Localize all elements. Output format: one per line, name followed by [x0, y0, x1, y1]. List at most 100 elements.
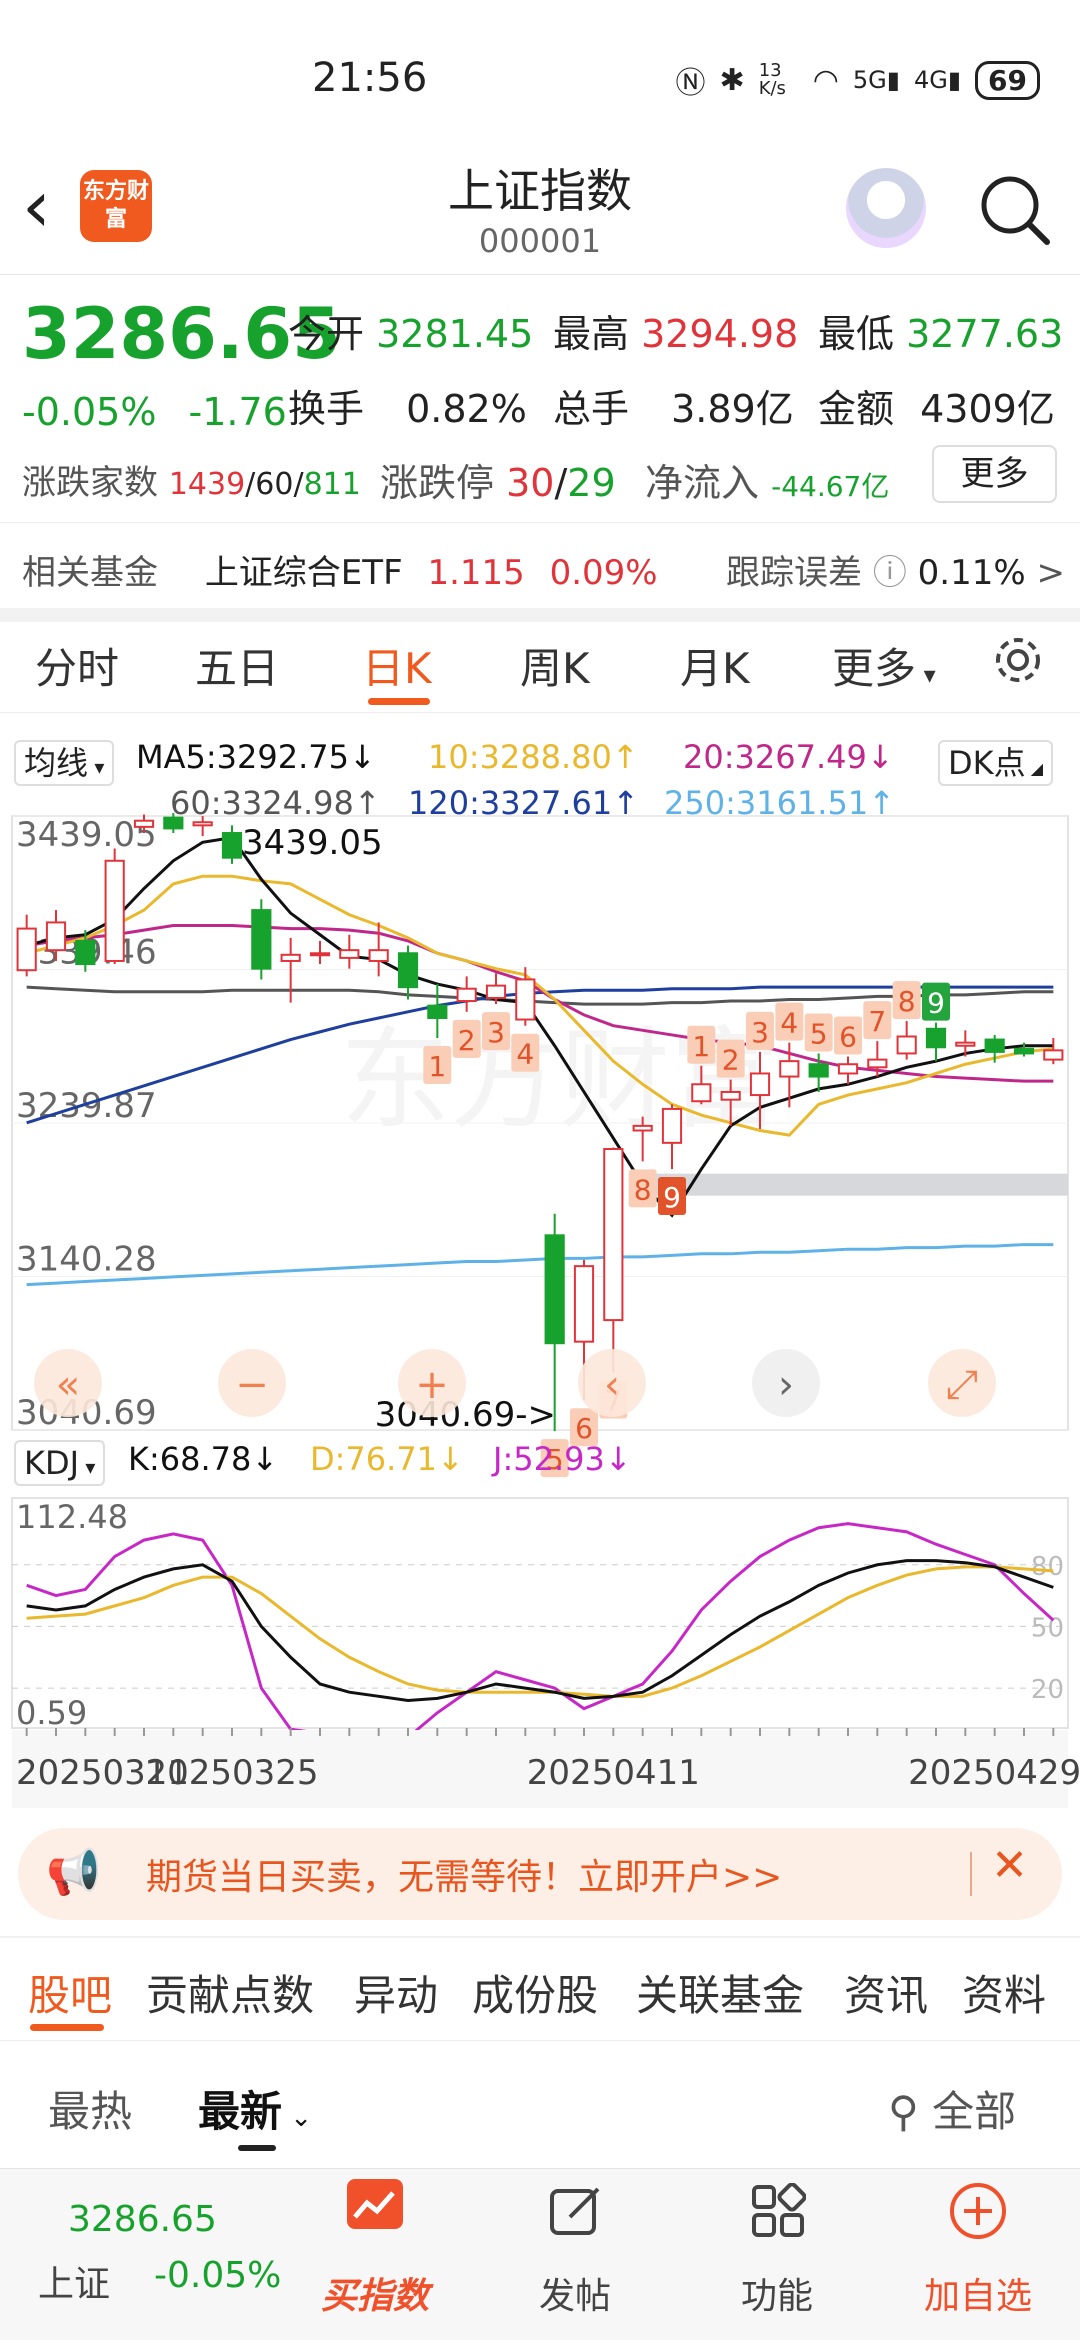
zoom-in-icon-glyph: + — [415, 1362, 449, 1408]
fund-name: 上证综合ETF — [204, 553, 403, 593]
candle-body — [133, 819, 155, 828]
tab-five-day[interactable]: 五日 — [195, 635, 279, 696]
td-count-label: 8 — [634, 1173, 652, 1206]
tab-news[interactable]: 资讯 — [844, 1962, 928, 2023]
td-count-label: 7 — [868, 1005, 886, 1038]
scroll-left-icon-glyph: « — [56, 1362, 80, 1408]
turnover-value: 0.82% — [406, 387, 527, 431]
promo-text: 期货当日买卖，无需等待！立即开户>> — [146, 1857, 783, 1898]
tab-daily-k[interactable]: 日K — [362, 635, 432, 696]
open-label: 今开 — [288, 312, 365, 356]
futures-promo-banner[interactable]: 📢 期货当日买卖，无需等待！立即开户>> ✕ — [18, 1828, 1062, 1920]
limit-down: 29 — [567, 461, 616, 505]
change-amount: -1.76 — [188, 390, 287, 434]
tab-monthly-k[interactable]: 月K — [680, 635, 750, 696]
candle-body — [221, 832, 243, 859]
candle-body — [251, 909, 272, 970]
candle-body — [456, 987, 477, 1003]
candlestick-chart[interactable]: 3439.053339.463239.873140.283040.69东方财富1… — [0, 718, 1080, 1808]
assistant-robot-icon[interactable] — [846, 168, 926, 248]
advancers: 1439 — [168, 467, 246, 502]
low-value: 3277.63 — [906, 312, 1064, 356]
grid-icon — [752, 2183, 806, 2237]
ma250-line — [26, 1243, 1054, 1287]
td-count-label: 5 — [810, 1017, 828, 1050]
low-label: 最低 — [818, 312, 895, 356]
candle-body — [603, 1148, 624, 1322]
td-count-label: 1 — [692, 1030, 710, 1063]
related-fund-row[interactable]: 相关基金 上证综合ETF 1.115 0.09% — [22, 545, 658, 594]
candle-body — [45, 921, 67, 952]
tab-related-funds[interactable]: 关联基金 — [636, 1962, 804, 2023]
tab-more[interactable]: 更多 ▾ — [832, 635, 936, 696]
candle-body — [632, 1124, 653, 1132]
candle-body — [397, 952, 419, 989]
td-count-label: 1 — [428, 1050, 446, 1083]
feed-new[interactable]: 最新 ⌄ — [198, 2078, 312, 2139]
nav-add-watchlist[interactable]: 加自选 — [902, 2169, 1054, 2341]
candle-body — [837, 1063, 859, 1075]
app-header: ‹ 东方财富 上证指数 000001 — [0, 150, 1080, 275]
high-value: 3294.98 — [641, 312, 799, 356]
scroll-prev-icon-glyph: ‹ — [604, 1362, 620, 1408]
fund-label: 相关基金 — [22, 553, 158, 593]
candle-body — [955, 1041, 976, 1047]
candle-body — [1013, 1047, 1035, 1055]
tab-profile[interactable]: 资料 — [962, 1962, 1046, 2023]
fund-pct: 0.09% — [549, 553, 658, 593]
kline-chart-area[interactable]: 均线 ▾ MA5:3292.75↓ 10:3288.80↑ 20:3267.49… — [0, 718, 1080, 1808]
add-icon — [950, 2183, 1006, 2239]
candle-body — [720, 1090, 741, 1101]
search-icon[interactable] — [975, 170, 1055, 250]
date-tick-label: 20250411 — [527, 1753, 700, 1793]
candle-body — [192, 821, 213, 827]
megaphone-icon: 📢 — [46, 1847, 101, 1898]
low-annotation: 3040.69-> — [375, 1395, 556, 1435]
tab-constituents[interactable]: 成份股 — [472, 1962, 598, 2023]
date-tick-label: 20250325 — [145, 1753, 318, 1793]
td-count-label: 9 — [927, 987, 945, 1020]
nav-post[interactable]: 发帖 — [500, 2169, 650, 2341]
tab-intraday[interactable]: 分时 — [35, 635, 119, 696]
unchanged: 60 — [255, 467, 294, 502]
open-value: 3281.45 — [376, 312, 534, 356]
nav-buy-index[interactable]: 买指数 — [300, 2169, 450, 2341]
tab-movement[interactable]: 异动 — [354, 1962, 438, 2023]
kdj-level-label: 20 — [1031, 1675, 1064, 1705]
kdj-selector[interactable]: KDJ ▾ — [14, 1440, 106, 1486]
nav-index-quote[interactable]: 3286.65 上证 -0.05% — [0, 2169, 290, 2341]
zoom-out-icon-glyph: − — [235, 1362, 269, 1408]
candle-body — [309, 952, 331, 957]
limit-up: 30 — [506, 461, 555, 505]
td-count-label: 2 — [722, 1044, 740, 1077]
fund-price: 1.115 — [427, 553, 525, 593]
tab-weekly-k[interactable]: 周K — [520, 635, 590, 696]
net-inflow-value: -44.67亿 — [771, 470, 890, 503]
volume-value: 3.89亿 — [671, 387, 794, 431]
settings-gear-icon[interactable] — [990, 632, 1046, 688]
battery-icon: 69 — [975, 60, 1040, 100]
td-count-label: 3 — [487, 1016, 505, 1049]
bottom-nav: 3286.65 上证 -0.05% 买指数 发帖 功能 加自选 — [0, 2168, 1080, 2340]
candle-body — [808, 1063, 829, 1078]
help-icon[interactable]: ⓘ — [873, 553, 907, 593]
tab-contribution[interactable]: 贡献点数 — [146, 1962, 314, 2023]
bottom-tab-indicator — [30, 2024, 104, 2031]
candle-body — [544, 1234, 565, 1345]
more-button[interactable]: 更多 — [932, 445, 1057, 503]
tab-guba[interactable]: 股吧 — [28, 1962, 112, 2023]
close-icon[interactable]: ✕ — [991, 1840, 1028, 1891]
feed-filter[interactable]: ⚲ 全部 — [888, 2078, 1016, 2139]
tracking-error-value: 0.11% — [917, 553, 1026, 593]
edit-icon — [550, 2187, 600, 2235]
feed-hot[interactable]: 最热 — [48, 2078, 132, 2139]
network-speed: 13 K/s — [758, 60, 786, 99]
nav-functions[interactable]: 功能 — [702, 2169, 852, 2341]
candle-body — [573, 1265, 595, 1343]
candle-body — [163, 816, 184, 830]
amount-label: 金额 — [818, 387, 895, 431]
kdj-j-line — [26, 1522, 1055, 1740]
td-count-label: 2 — [458, 1024, 476, 1057]
tracking-error-label: 跟踪误差 — [726, 553, 862, 593]
trend-chart-icon — [347, 2179, 403, 2229]
